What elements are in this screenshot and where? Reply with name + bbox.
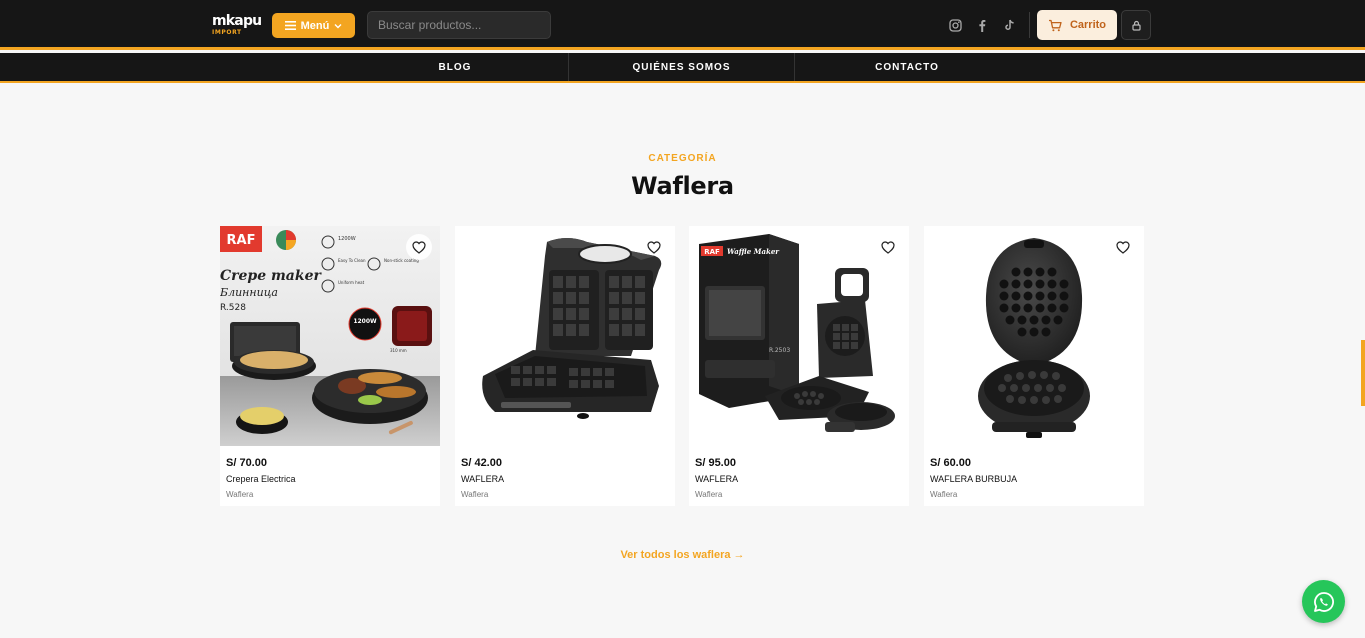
logo-subtitle: IMPORT [212,29,242,36]
image-model-text: R.2503 [769,347,790,354]
cart-button[interactable]: Carrito [1037,10,1117,40]
product-image: RAF Waffle Maker R.2503 [689,226,909,446]
product-name[interactable]: WAFLERA [461,474,504,484]
product-name[interactable]: WAFLERA BURBUJA [930,474,1017,484]
product-price: S/ 42.00 [461,457,502,469]
product-card[interactable]: RAF Waffle Maker R.2503 S/ 95.00 WAFLERA… [689,226,909,506]
scroll-indicator [1361,340,1365,406]
image-model-text: R.528 [220,303,246,313]
image-brand-text: RAF [227,233,256,248]
favorite-button[interactable] [641,234,667,260]
image-spec-text: Uniform heat [338,280,365,285]
image-size-text: 310 mm [390,348,407,353]
product-name[interactable]: WAFLERA [695,474,738,484]
tiktok-icon[interactable] [1002,18,1016,32]
facebook-icon[interactable] [975,18,989,32]
search-input[interactable] [367,11,551,39]
product-category: Waflera [226,490,254,499]
cart-button-label: Carrito [1069,19,1107,31]
product-category: Waflera [461,490,489,499]
product-price: S/ 95.00 [695,457,736,469]
product-image [455,226,675,446]
hamburger-icon [284,21,296,30]
section-title: Waflera [631,172,734,200]
heart-icon [412,240,426,254]
menu-button-label: Menú [300,19,330,32]
login-button[interactable] [1121,10,1151,40]
product-category: Waflera [695,490,723,499]
menu-button[interactable]: Menú [272,13,355,38]
product-image: RAF Crepe maker Блинница R.528 1200W Eas… [220,226,440,446]
product-category: Waflera [930,490,958,499]
product-image [924,226,1144,446]
header-divider [1029,12,1030,38]
product-price: S/ 70.00 [226,457,267,469]
section-eyebrow: CATEGORÍA [648,153,717,164]
whatsapp-button[interactable] [1302,580,1345,623]
product-card[interactable]: S/ 60.00 WAFLERA BURBUJA Waflera [924,226,1144,506]
nav-item-contacto[interactable]: CONTACTO [795,53,1019,81]
product-card[interactable]: RAF Crepe maker Блинница R.528 1200W Eas… [220,226,440,506]
image-box-title-text: Waffle Maker [727,247,780,256]
favorite-button[interactable] [875,234,901,260]
product-name[interactable]: Crepera Electrica [226,474,296,484]
lock-icon [1131,20,1141,31]
secondary-nav: BLOG QUIÉNES SOMOS CONTACTO [0,53,1365,83]
view-all-link[interactable]: Ver todos los waflera → [0,549,1365,561]
product-card[interactable]: S/ 42.00 WAFLERA Waflera [455,226,675,506]
chevron-down-icon [334,23,342,28]
image-spec-text: 1200W [338,236,356,242]
image-spec-text: Easy To Clean [338,258,366,263]
favorite-button[interactable] [406,234,432,260]
nav-item-quienes-somos[interactable]: QUIÉNES SOMOS [569,53,794,81]
cart-icon [1048,19,1062,31]
logo-wordmark: mkapu [212,13,262,29]
image-watt-text: 1200W [353,318,377,325]
favorite-button[interactable] [1110,234,1136,260]
heart-icon [1116,240,1130,254]
nav-item-blog[interactable]: BLOG [342,53,568,81]
whatsapp-icon [1313,591,1334,612]
image-title-text: Crepe maker [220,268,322,284]
heart-icon [647,240,661,254]
heart-icon [881,240,895,254]
image-brand-text: RAF [704,248,720,256]
instagram-icon[interactable] [948,18,962,32]
product-price: S/ 60.00 [930,457,971,469]
top-header: mkapu IMPORT Menú Carrito [0,0,1365,50]
image-subtitle-text: Блинница [220,286,278,299]
logo[interactable]: mkapu IMPORT [212,14,264,38]
